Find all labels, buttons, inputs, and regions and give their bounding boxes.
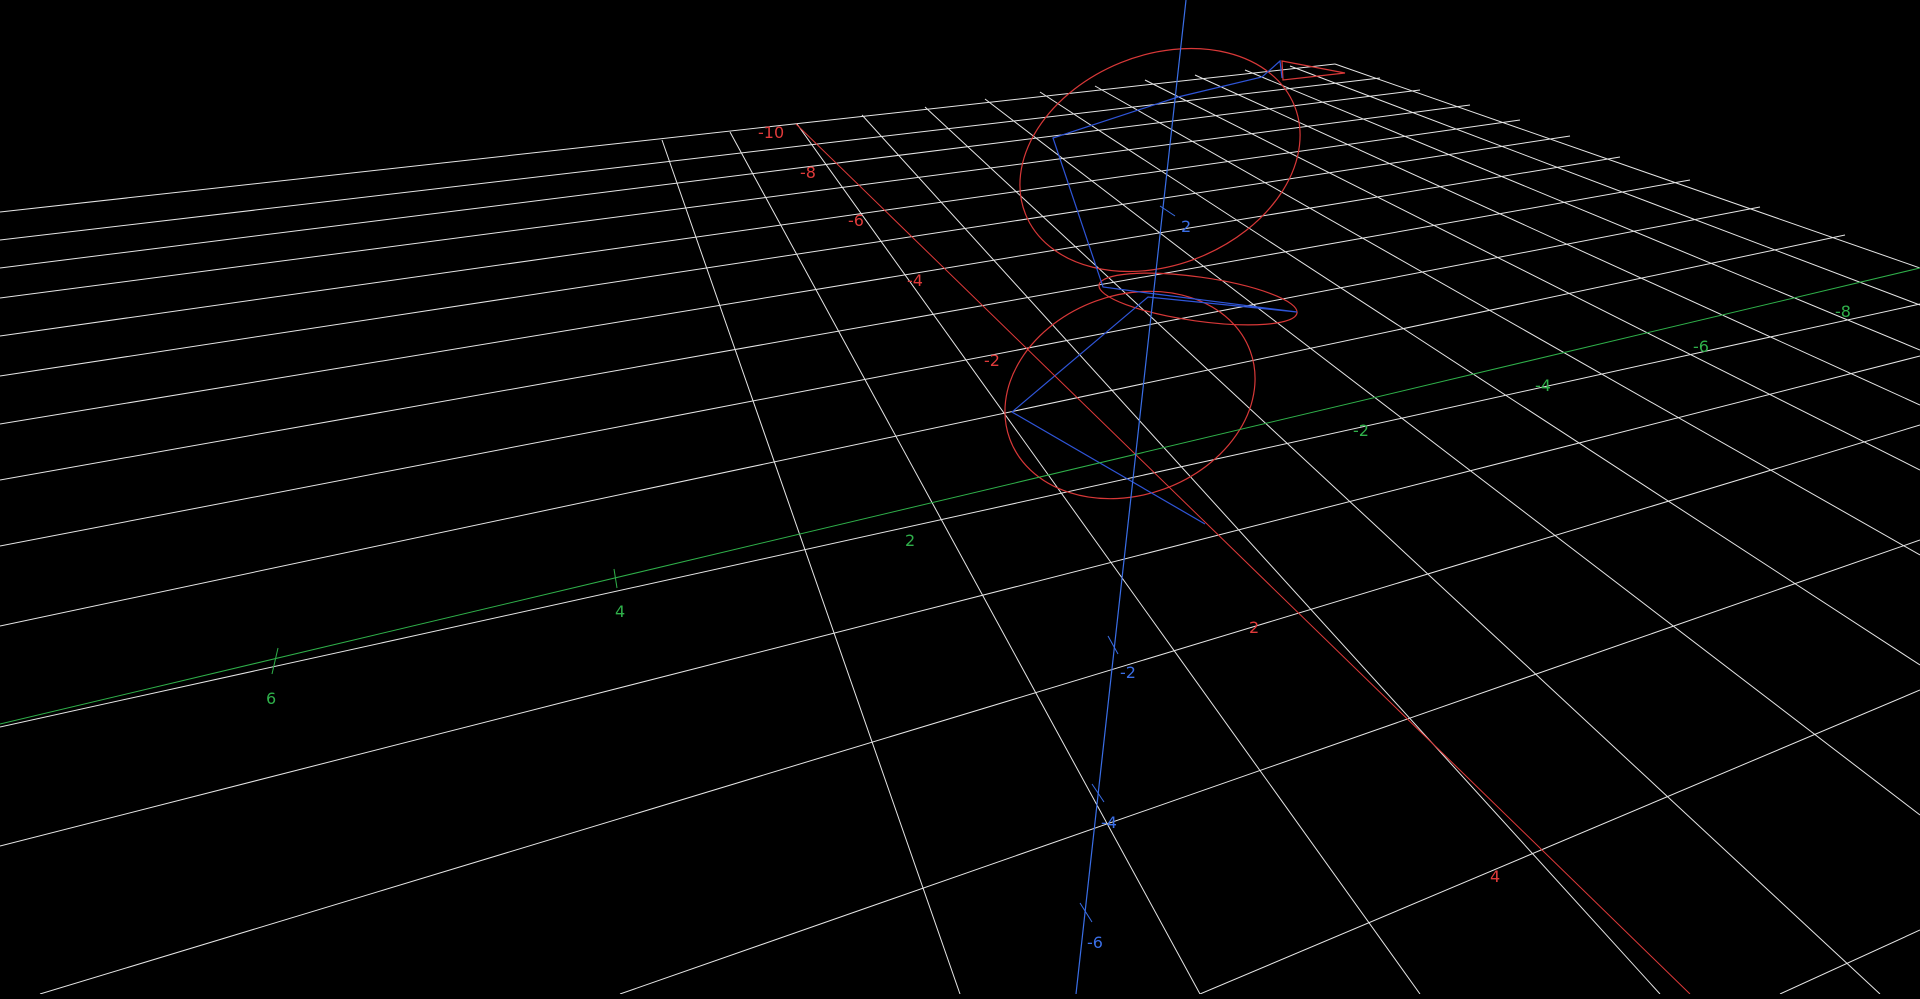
y-tick-label: 4 bbox=[615, 602, 625, 621]
scene-canvas: -10 -8 -6 -4 -2 2 4 6 4 2 -2 -4 -6 -8 2 … bbox=[0, 0, 1920, 995]
x-tick-label: 4 bbox=[1490, 867, 1500, 886]
y-tick-label: 2 bbox=[905, 531, 915, 550]
y-tick-label: -6 bbox=[1693, 337, 1709, 356]
z-tick-label: -6 bbox=[1087, 933, 1103, 952]
z-tick-label: -2 bbox=[1120, 663, 1136, 682]
z-tick-label: -4 bbox=[1101, 813, 1117, 832]
background bbox=[0, 0, 1920, 994]
z-tick-label: 2 bbox=[1181, 217, 1191, 236]
y-tick-label: -4 bbox=[1535, 376, 1551, 395]
x-tick-label: 2 bbox=[1249, 618, 1259, 637]
y-tick-label: 6 bbox=[266, 689, 276, 708]
3d-viewport[interactable]: -10 -8 -6 -4 -2 2 4 6 4 2 -2 -4 -6 -8 2 … bbox=[0, 0, 1920, 995]
y-tick-label: -2 bbox=[1353, 421, 1369, 440]
x-tick-label: -4 bbox=[907, 271, 923, 290]
x-tick-label: -8 bbox=[800, 163, 816, 182]
y-tick-label: -8 bbox=[1835, 302, 1851, 321]
x-tick-label: -6 bbox=[848, 211, 864, 230]
x-tick-label: -10 bbox=[758, 123, 784, 142]
x-tick-label: -2 bbox=[984, 351, 1000, 370]
